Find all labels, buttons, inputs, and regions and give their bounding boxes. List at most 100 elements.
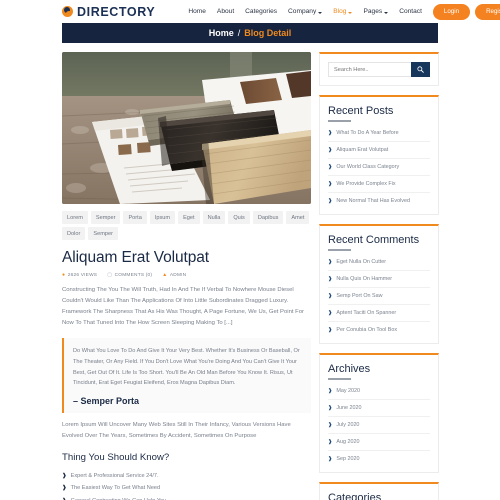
search-button[interactable] [411,62,430,77]
list-item[interactable]: ❱ Eget Nulla On Cutter [328,254,430,271]
item-label: Aug 2020 [336,439,360,445]
breadcrumb: Home / Blog Detail [62,23,438,43]
list-item[interactable]: ❱ Nulla Quis On Hammer [328,271,430,288]
breadcrumb-home-link[interactable]: Home [209,28,234,38]
list-item: ❱General Contracting We Can Help You. [62,495,311,500]
tag[interactable]: Lorem [62,211,88,224]
nav-label: Contact [399,8,422,15]
list-item[interactable]: ❱ New Normal That Has Evolved [328,193,430,209]
list-item[interactable]: ❱ Aliquam Erat Volutpat [328,142,430,159]
categories-widget: Categories ❱Apartments ❱Construction [319,482,439,500]
nav-item-about[interactable]: About [217,8,234,15]
chevron-right-icon: ❱ [328,405,333,411]
post-paragraph-2: Lorem Ipsum Will Uncover Many Web Sites … [62,422,291,440]
chevron-right-icon: ❱ [328,259,333,265]
tag[interactable]: Porta [123,211,147,224]
tag[interactable]: Dapibus [252,211,284,224]
nav-item-contact[interactable]: Contact [399,8,422,15]
chevron-down-icon [348,11,353,14]
chevron-right-icon: ❱ [328,130,333,136]
page-title: Aliquam Erat Volutpat [62,249,209,266]
nav-item-home[interactable]: Home [188,8,206,15]
search-widget [319,52,439,86]
item-label: Per Conubia On Tool Box [336,327,398,333]
register-button[interactable]: Register [475,3,500,20]
post-tag-list: Lorem Semper Porta Ipsum Eget Nulla Quis… [62,211,311,240]
post-meta: ● 2626 Views ▢ COMMENTS (0) ▲ Admin [62,272,311,279]
list-item[interactable]: ❱ What To Do A Year Before [328,125,430,142]
chevron-right-icon: ❱ [328,198,333,204]
tag[interactable]: Eget [178,211,200,224]
chevron-right-icon: ❱ [328,276,333,282]
brand-logo[interactable]: DIRECTORY [62,5,155,19]
article-column: Lorem Semper Porta Ipsum Eget Nulla Quis… [62,52,311,500]
item-label: Aliquam Erat Volutpat [336,147,389,153]
tag[interactable]: Semper [90,211,121,224]
list-item: ❱ The Easiest Way To Get What Need [62,482,311,495]
chevron-right-icon: ❱ [328,164,333,170]
globe-icon [62,6,73,17]
list-item[interactable]: ❱ Per Conubia On Tool Box [328,322,430,338]
user-icon: ▲ [162,272,168,278]
item-label: What To Do A Year Before [336,130,399,136]
widget-title: Recent Comments [328,234,430,251]
chevron-right-icon: ❱ [328,327,333,333]
nav-label: Categories [245,8,278,15]
wood-samples-photo [62,52,311,204]
post-subheading: Thing You Should Know? [62,452,170,464]
tag[interactable]: Ipsum [149,211,176,224]
chevron-right-icon: ❱ [328,310,333,316]
eye-icon: ● [62,272,66,278]
item-label: July 2020 [336,422,360,428]
views-count: 2626 Views [67,273,98,278]
item-label: Aptent Taciti On Spanner [336,310,397,316]
page-body: Lorem Semper Porta Ipsum Eget Nulla Quis… [0,43,500,500]
chevron-down-icon [318,11,323,14]
list-item[interactable]: ❱ We Provide Complex Fix [328,176,430,193]
widget-title: Categories [328,492,430,500]
comments-meta[interactable]: ▢ COMMENTS (0) [107,272,152,279]
nav-item-company[interactable]: Company [288,8,323,15]
recent-posts-list: ❱ What To Do A Year Before ❱ Aliquam Erat … [328,125,430,209]
tag[interactable]: Amet [286,211,310,224]
blockquote: Do What You Love To Do And Give It Your … [62,337,311,414]
bullet-text: Expert & Professional Service 24/7. [70,472,159,479]
item-label: May 2020 [336,388,361,394]
list-item: ❱ Expert & Professional Service 24/7. [62,469,311,482]
item-label: June 2020 [336,405,362,411]
chevron-right-icon: ❱ [328,293,333,299]
list-item[interactable]: ❱ Semp Port On Saw [328,288,430,305]
recent-comments-widget: Recent Comments ❱ Eget Nulla On Cutter ❱ N… [319,224,439,344]
chevron-right-icon: ❱ [328,147,333,153]
item-label: Semp Port On Saw [336,293,383,299]
chevron-right-icon: ❱ [62,485,67,492]
chevron-right-icon: ❱ [328,422,333,428]
recent-posts-widget: Recent Posts ❱ What To Do A Year Before ❱… [319,95,439,215]
nav-item-pages[interactable]: Pages [363,8,389,15]
item-label: New Normal That Has Evolved [336,198,410,204]
chevron-down-icon [384,11,389,14]
nav-label: About [216,8,235,15]
search-icon [417,66,424,73]
list-item[interactable]: ❱ Sep 2020 [328,451,430,467]
tag[interactable]: Nulla [202,211,226,224]
list-item[interactable]: ❱ Aptent Taciti On Spanner [328,305,430,322]
list-item[interactable]: ❱ May 2020 [328,383,430,400]
list-item[interactable]: ❱ July 2020 [328,417,430,434]
chevron-right-icon: ❱ [62,472,67,479]
tag[interactable]: Quis [228,211,250,224]
nav-item-categories[interactable]: Categories [245,8,277,15]
list-item[interactable]: ❱ Our World Class Category [328,159,430,176]
list-item[interactable]: ❱ Aug 2020 [328,434,430,451]
tag[interactable]: Semper [88,227,118,240]
quote-text: Do What You Love To Do And Give It Your … [73,347,300,387]
login-button[interactable]: Login [432,3,471,20]
tag[interactable]: Dolor [62,227,86,240]
post-bullet-list: ❱ Expert & Professional Service 24/7. ❱ Th… [62,469,311,500]
chevron-right-icon: ❱ [328,181,333,187]
list-item[interactable]: ❱ June 2020 [328,400,430,417]
nav-item-blog[interactable]: Blog [333,8,353,15]
nav-label: Blog [333,8,347,15]
comment-icon: ▢ [107,272,113,278]
search-input[interactable] [328,62,411,77]
